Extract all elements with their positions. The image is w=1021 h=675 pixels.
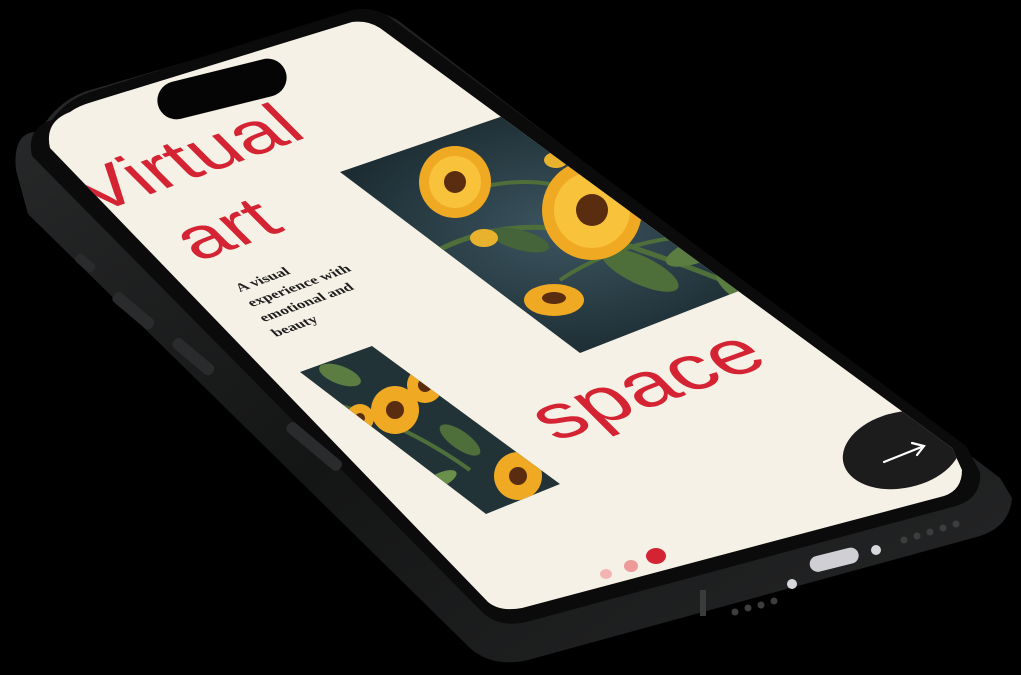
- device-scene: Virtual art space A visual experience wi…: [15, 8, 1012, 663]
- screen-background: [48, 21, 962, 610]
- device-mockup: Virtual art space A visual experience wi…: [0, 0, 1021, 675]
- pagination-dot-1[interactable]: [600, 569, 612, 579]
- microphone-hole: [787, 579, 797, 589]
- sunflower-bloom-3: [524, 284, 584, 316]
- pagination-dot-3-active[interactable]: [646, 548, 666, 564]
- screw-hole: [871, 545, 881, 555]
- antenna-band: [700, 590, 706, 616]
- sunflower-bloom-1: [419, 146, 491, 218]
- pagination-dot-2[interactable]: [624, 560, 638, 572]
- app-screen: Virtual art space A visual experience wi…: [48, 21, 962, 610]
